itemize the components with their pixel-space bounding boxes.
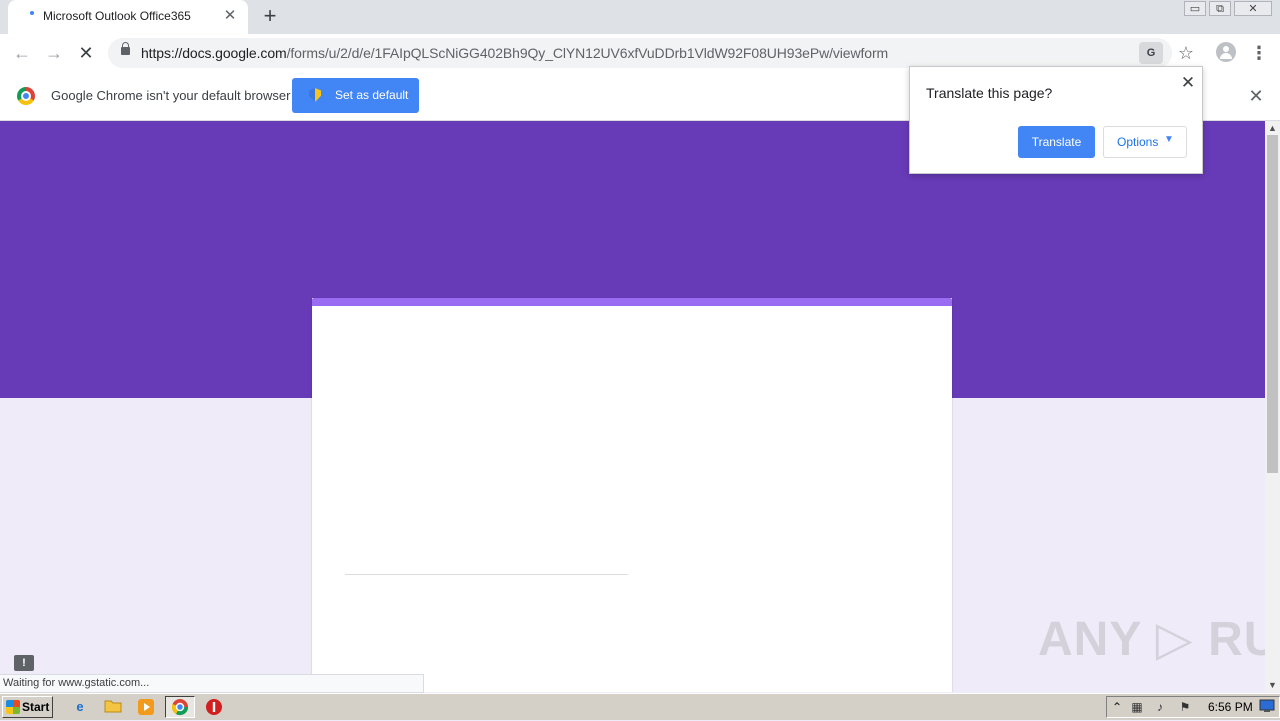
- start-button[interactable]: Start: [2, 696, 53, 718]
- stop-icon[interactable]: [205, 698, 223, 716]
- url-path: /forms/u/2/d/e/1FAIpQLScNiGG402Bh9Qy_ClY…: [286, 45, 889, 61]
- flag-icon[interactable]: ⚑: [1177, 699, 1193, 715]
- translate-popup-close-icon[interactable]: ✕: [1179, 74, 1197, 92]
- infobar-close-icon[interactable]: ✕: [1246, 86, 1266, 106]
- set-as-default-button[interactable]: Set as default: [292, 78, 419, 113]
- forward-button[interactable]: →: [41, 40, 67, 66]
- browser-tab[interactable]: Microsoft Outlook Office365 ✕: [8, 0, 248, 34]
- chrome-menu-icon[interactable]: ⋮: [1250, 40, 1268, 66]
- infobar-message: Google Chrome isn't your default browser: [51, 88, 291, 103]
- media-player-icon[interactable]: [137, 698, 155, 716]
- bookmark-star-icon[interactable]: ☆: [1176, 41, 1196, 65]
- vertical-scrollbar[interactable]: ▲ ▼: [1265, 121, 1280, 692]
- chevron-down-icon: ▼: [1164, 134, 1174, 145]
- windows-logo-icon: [6, 700, 20, 714]
- chrome-logo-icon: [17, 87, 35, 105]
- translate-options-button[interactable]: Options ▼: [1103, 126, 1187, 158]
- form-card-accent: [312, 298, 952, 306]
- scroll-thumb[interactable]: [1267, 135, 1278, 473]
- chrome-taskbar-button[interactable]: [165, 696, 195, 718]
- feedback-icon[interactable]: !: [14, 655, 34, 671]
- translate-options-label: Options: [1117, 135, 1159, 149]
- windows-taskbar: Start e ⌃ ▦ ♪ ⚑ 6:56 PM: [0, 693, 1280, 720]
- show-hidden-icon[interactable]: ⌃: [1109, 699, 1125, 715]
- scroll-down-arrow-icon[interactable]: ▼: [1268, 680, 1277, 690]
- new-tab-button[interactable]: +: [258, 5, 282, 29]
- monitor-icon[interactable]: [1259, 699, 1275, 715]
- url-text[interactable]: https://docs.google.com/forms/u/2/d/e/1F…: [141, 45, 888, 61]
- restore-button[interactable]: ⧉: [1209, 1, 1231, 16]
- loading-favicon-icon: [30, 11, 34, 15]
- start-label: Start: [22, 700, 50, 714]
- stop-loading-button[interactable]: ✕: [73, 40, 99, 66]
- tab-strip: Microsoft Outlook Office365 ✕ + ▭ ⧉ ✕: [0, 0, 1280, 34]
- network-icon[interactable]: ▦: [1129, 699, 1145, 715]
- ie-icon[interactable]: e: [71, 698, 89, 716]
- form-input-underline[interactable]: [345, 574, 628, 575]
- back-button[interactable]: ←: [9, 40, 35, 66]
- chrome-icon: [171, 698, 189, 716]
- tab-title: Microsoft Outlook Office365: [43, 9, 191, 23]
- tab-close-icon[interactable]: ✕: [222, 6, 238, 26]
- form-card: [312, 298, 952, 692]
- system-tray: ⌃ ▦ ♪ ⚑ 6:56 PM: [1106, 696, 1280, 718]
- url-host: https://docs.google.com: [141, 45, 287, 61]
- folder-icon[interactable]: [104, 698, 122, 716]
- taskbar-clock[interactable]: 6:56 PM: [1208, 700, 1253, 714]
- volume-icon[interactable]: ♪: [1152, 699, 1168, 715]
- translate-popup: Translate this page? ✕ Translate Options…: [909, 66, 1203, 174]
- anyrun-watermark: ANY ▷ RUN: [1038, 613, 1265, 666]
- page-viewport: ! ANY ▷ RUN: [0, 121, 1265, 692]
- translate-button[interactable]: Translate: [1018, 126, 1095, 158]
- scroll-up-arrow-icon[interactable]: ▲: [1268, 123, 1277, 133]
- set-as-default-label: Set as default: [335, 88, 409, 102]
- translate-popup-title: Translate this page?: [926, 85, 1053, 101]
- lock-icon[interactable]: [121, 42, 130, 55]
- status-bubble: Waiting for www.gstatic.com...: [0, 674, 424, 693]
- status-text: Waiting for www.gstatic.com...: [3, 677, 150, 689]
- translate-icon[interactable]: G: [1139, 42, 1163, 64]
- address-bar[interactable]: https://docs.google.com/forms/u/2/d/e/1F…: [108, 38, 1194, 68]
- minimize-button[interactable]: ▭: [1184, 1, 1206, 16]
- uac-shield-icon: [309, 88, 321, 102]
- window-close-button[interactable]: ✕: [1234, 1, 1272, 16]
- profile-avatar-icon[interactable]: [1216, 42, 1236, 62]
